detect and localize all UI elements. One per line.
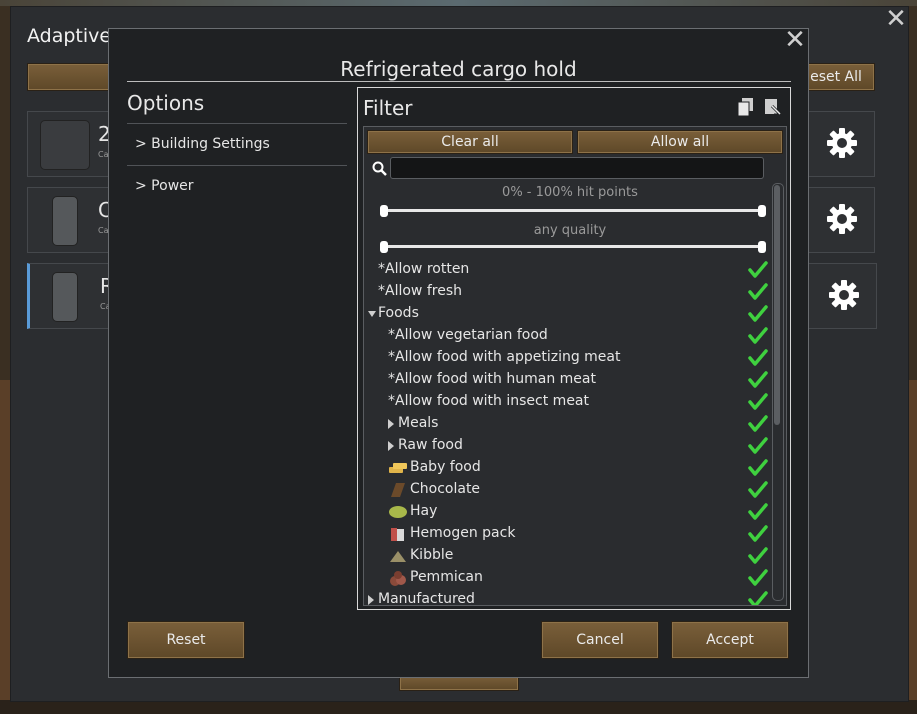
reset-button[interactable]: Reset: [127, 621, 245, 659]
kibble-icon: [388, 547, 408, 565]
checkmark-icon[interactable]: [748, 283, 768, 301]
filter-item[interactable]: *Allow food with insect meat: [378, 391, 770, 413]
options-divider: [127, 123, 347, 124]
filter-item[interactable]: Kibble: [378, 545, 770, 567]
checkmark-icon[interactable]: [748, 305, 768, 323]
filter-item[interactable]: *Allow rotten: [378, 259, 770, 281]
collapsed-arrow-icon[interactable]: [388, 441, 394, 451]
checkmark-icon[interactable]: [748, 393, 768, 411]
filter-item-label: *Allow rotten: [378, 261, 470, 277]
filter-item-label: Pemmican: [410, 569, 483, 585]
filter-item[interactable]: Manufactured: [368, 589, 770, 606]
scrollbar-thumb[interactable]: [774, 185, 780, 425]
background-close-icon[interactable]: ✕: [883, 6, 909, 33]
filter-item-label: Baby food: [410, 459, 481, 475]
hit-points-max-handle[interactable]: [758, 205, 766, 217]
pemmican-icon: [388, 569, 408, 587]
filter-item-label: Hay: [410, 503, 438, 519]
checkmark-icon[interactable]: [748, 481, 768, 499]
hay-icon: [388, 503, 408, 521]
storage-settings-dialog: Refrigerated cargo hold ✕ Options > Buil…: [108, 27, 809, 678]
building-row-sub: Ca: [98, 226, 109, 235]
filter-item-label: Meals: [398, 415, 439, 431]
gear-icon[interactable]: [813, 264, 875, 326]
filter-panel: Filter Clear all Allow all 0% - 100% hit…: [357, 87, 791, 610]
hemogen-pack-icon: [388, 525, 408, 543]
filter-item[interactable]: Meals: [378, 413, 770, 435]
checkmark-icon[interactable]: [748, 503, 768, 521]
checkmark-icon[interactable]: [748, 349, 768, 367]
quality-max-handle[interactable]: [758, 241, 766, 253]
checkmark-icon[interactable]: [748, 327, 768, 345]
close-icon[interactable]: ✕: [783, 27, 807, 53]
collapsed-arrow-icon[interactable]: [388, 419, 394, 429]
options-divider: [127, 165, 347, 166]
filter-item[interactable]: Chocolate: [378, 479, 770, 501]
checkmark-icon[interactable]: [748, 437, 768, 455]
checkmark-icon[interactable]: [748, 591, 768, 605]
search-icon: [372, 161, 388, 177]
checkmark-icon[interactable]: [748, 371, 768, 389]
paste-icon[interactable]: [764, 98, 783, 117]
collapsed-arrow-icon[interactable]: [368, 595, 374, 605]
quality-label: any quality: [533, 223, 607, 238]
building-thumbnail-icon: [52, 196, 78, 246]
accept-button[interactable]: Accept: [671, 621, 789, 659]
hit-points-slider[interactable]: [384, 209, 762, 212]
hit-points-min-handle[interactable]: [380, 205, 388, 217]
dialog-title: Refrigerated cargo hold: [340, 57, 577, 81]
building-row-sub: Ca: [98, 150, 109, 159]
filter-item-label: Manufactured: [378, 591, 475, 606]
filter-item-label: Kibble: [410, 547, 454, 563]
filter-item[interactable]: Hay: [378, 501, 770, 523]
search-input[interactable]: [390, 157, 764, 179]
filter-item[interactable]: *Allow vegetarian food: [378, 325, 770, 347]
filter-item[interactable]: *Allow fresh: [378, 281, 770, 303]
filter-item[interactable]: Hemogen pack: [378, 523, 770, 545]
filter-item[interactable]: *Allow food with appetizing meat: [378, 347, 770, 369]
filter-item-label: Foods: [378, 305, 419, 321]
copy-icon[interactable]: [737, 98, 754, 117]
filter-list: Clear all Allow all 0% - 100% hit points…: [363, 126, 787, 606]
hit-points-label: 0% - 100% hit points: [502, 185, 638, 200]
building-thumbnail-icon: [52, 272, 78, 322]
chocolate-icon: [388, 481, 408, 499]
quality-min-handle[interactable]: [380, 241, 388, 253]
filter-item-label: Chocolate: [410, 481, 481, 497]
checkmark-icon[interactable]: [748, 261, 768, 279]
option-building-settings[interactable]: > Building Settings: [135, 136, 270, 152]
checkmark-icon[interactable]: [748, 525, 768, 543]
filter-item[interactable]: *Allow food with human meat: [378, 369, 770, 391]
filter-item-label: Hemogen pack: [410, 525, 516, 541]
options-title: Options: [127, 91, 205, 115]
filter-item-label: *Allow fresh: [378, 283, 462, 299]
option-power[interactable]: > Power: [135, 178, 194, 194]
checkmark-icon[interactable]: [748, 415, 768, 433]
filter-item[interactable]: Foods: [368, 303, 770, 325]
quality-slider[interactable]: [384, 245, 762, 248]
expanded-arrow-icon[interactable]: [368, 311, 376, 317]
filter-item-label: *Allow food with insect meat: [388, 393, 589, 409]
clear-all-button[interactable]: Clear all: [367, 130, 573, 154]
filter-item[interactable]: Pemmican: [378, 567, 770, 589]
filter-item-label: *Allow food with human meat: [388, 371, 596, 387]
gear-icon[interactable]: [811, 188, 873, 250]
filter-item[interactable]: Raw food: [378, 435, 770, 457]
background-window-title: Adaptive: [27, 25, 112, 47]
building-thumbnail-icon: [40, 120, 90, 170]
filter-item-label: *Allow food with appetizing meat: [388, 349, 621, 365]
filter-item-label: *Allow vegetarian food: [388, 327, 548, 343]
title-divider: [127, 81, 791, 82]
allow-all-button[interactable]: Allow all: [577, 130, 783, 154]
filter-title: Filter: [363, 96, 413, 120]
baby-food-icon: [388, 459, 408, 477]
checkmark-icon[interactable]: [748, 547, 768, 565]
cancel-button[interactable]: Cancel: [541, 621, 659, 659]
gear-icon[interactable]: [811, 112, 873, 174]
checkmark-icon[interactable]: [748, 569, 768, 587]
filter-item-label: Raw food: [398, 437, 463, 453]
filter-item[interactable]: Baby food: [378, 457, 770, 479]
checkmark-icon[interactable]: [748, 459, 768, 477]
